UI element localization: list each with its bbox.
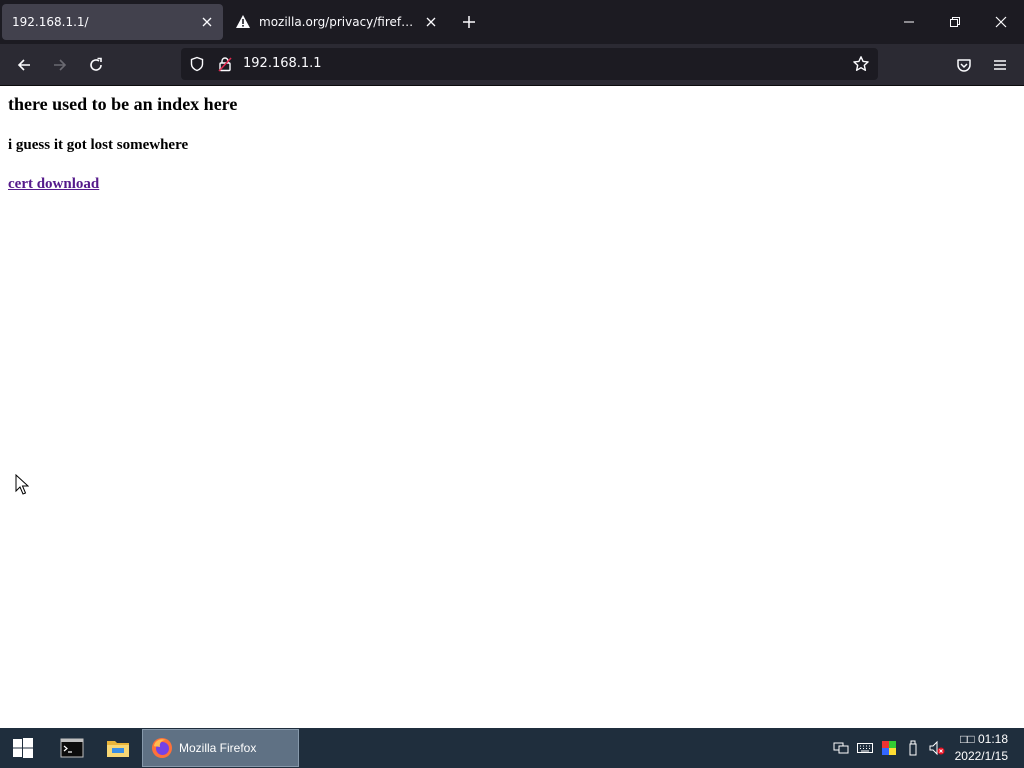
page-content: there used to be an index here i guess i… [0, 86, 1024, 728]
menu-button[interactable] [985, 50, 1015, 80]
page-heading: there used to be an index here [8, 94, 238, 114]
pocket-icon [957, 59, 971, 72]
close-tab-icon[interactable] [195, 10, 219, 34]
system-clock[interactable]: □□ 01:18 2022/1/15 [946, 731, 1008, 765]
close-window-button[interactable] [978, 0, 1024, 44]
tab-strip: 192.168.1.1/ mozilla.org/privacy/firefox… [0, 0, 1024, 44]
clock-time: □□ 01:18 [960, 732, 1008, 746]
firefox-logo-icon [152, 738, 172, 758]
tab-192-168-1-1[interactable]: 192.168.1.1/ [2, 4, 223, 40]
tracking-protection-shield-icon[interactable] [187, 54, 207, 74]
minimize-icon [904, 21, 914, 23]
close-icon [995, 16, 1007, 28]
back-button[interactable] [9, 50, 39, 80]
taskbar: Mozilla Firefox □□ 01:18 2022/1/15 [0, 728, 1024, 768]
file-explorer-taskbar-button[interactable] [95, 728, 141, 768]
volume-muted-icon[interactable] [929, 740, 945, 756]
bookmark-star-icon[interactable] [850, 53, 872, 75]
terminal-taskbar-button[interactable] [49, 728, 95, 768]
hamburger-menu-icon [994, 60, 1006, 70]
terminal-icon [60, 738, 84, 758]
reload-button[interactable] [81, 50, 111, 80]
screen: 192.168.1.1/ mozilla.org/privacy/firefox… [0, 0, 1024, 768]
color-display-icon[interactable] [881, 740, 897, 756]
url-bar[interactable]: 192.168.1.1 [181, 48, 878, 80]
new-tab-button[interactable] [454, 8, 484, 36]
reload-icon [90, 57, 102, 71]
back-arrow-icon [17, 59, 30, 71]
mouse-cursor-icon [15, 474, 29, 495]
close-tab-icon[interactable] [419, 10, 443, 34]
plus-icon [463, 16, 475, 28]
tab-title: 192.168.1.1/ [12, 15, 89, 29]
forward-arrow-icon [54, 59, 67, 71]
url-text[interactable]: 192.168.1.1 [243, 48, 322, 80]
usb-device-icon[interactable] [905, 740, 921, 756]
warning-icon [235, 14, 251, 30]
insecure-lock-icon[interactable] [215, 54, 235, 74]
page-subheading: i guess it got lost somewhere [8, 137, 189, 153]
cert-download-link[interactable]: cert download [8, 176, 99, 193]
tab-title: mozilla.org/privacy/firefox/ [259, 15, 419, 29]
restore-icon [950, 17, 960, 27]
clock-date: 2022/1/15 [954, 749, 1008, 763]
keyboard-icon[interactable] [857, 740, 873, 756]
forward-button[interactable] [45, 50, 75, 80]
folder-icon [107, 741, 129, 757]
tab-mozilla-privacy[interactable]: mozilla.org/privacy/firefox/ [225, 4, 447, 40]
firefox-taskbar-label: Mozilla Firefox [179, 741, 257, 755]
nav-bar: 192.168.1.1 [0, 44, 1024, 86]
firefox-taskbar-button[interactable]: Mozilla Firefox [142, 729, 299, 767]
pocket-button[interactable] [949, 50, 979, 80]
restore-button[interactable] [932, 0, 978, 44]
minimize-button[interactable] [886, 0, 932, 44]
windows-logo-icon [13, 738, 33, 758]
start-button[interactable] [0, 728, 46, 768]
network-icon[interactable] [833, 740, 849, 756]
